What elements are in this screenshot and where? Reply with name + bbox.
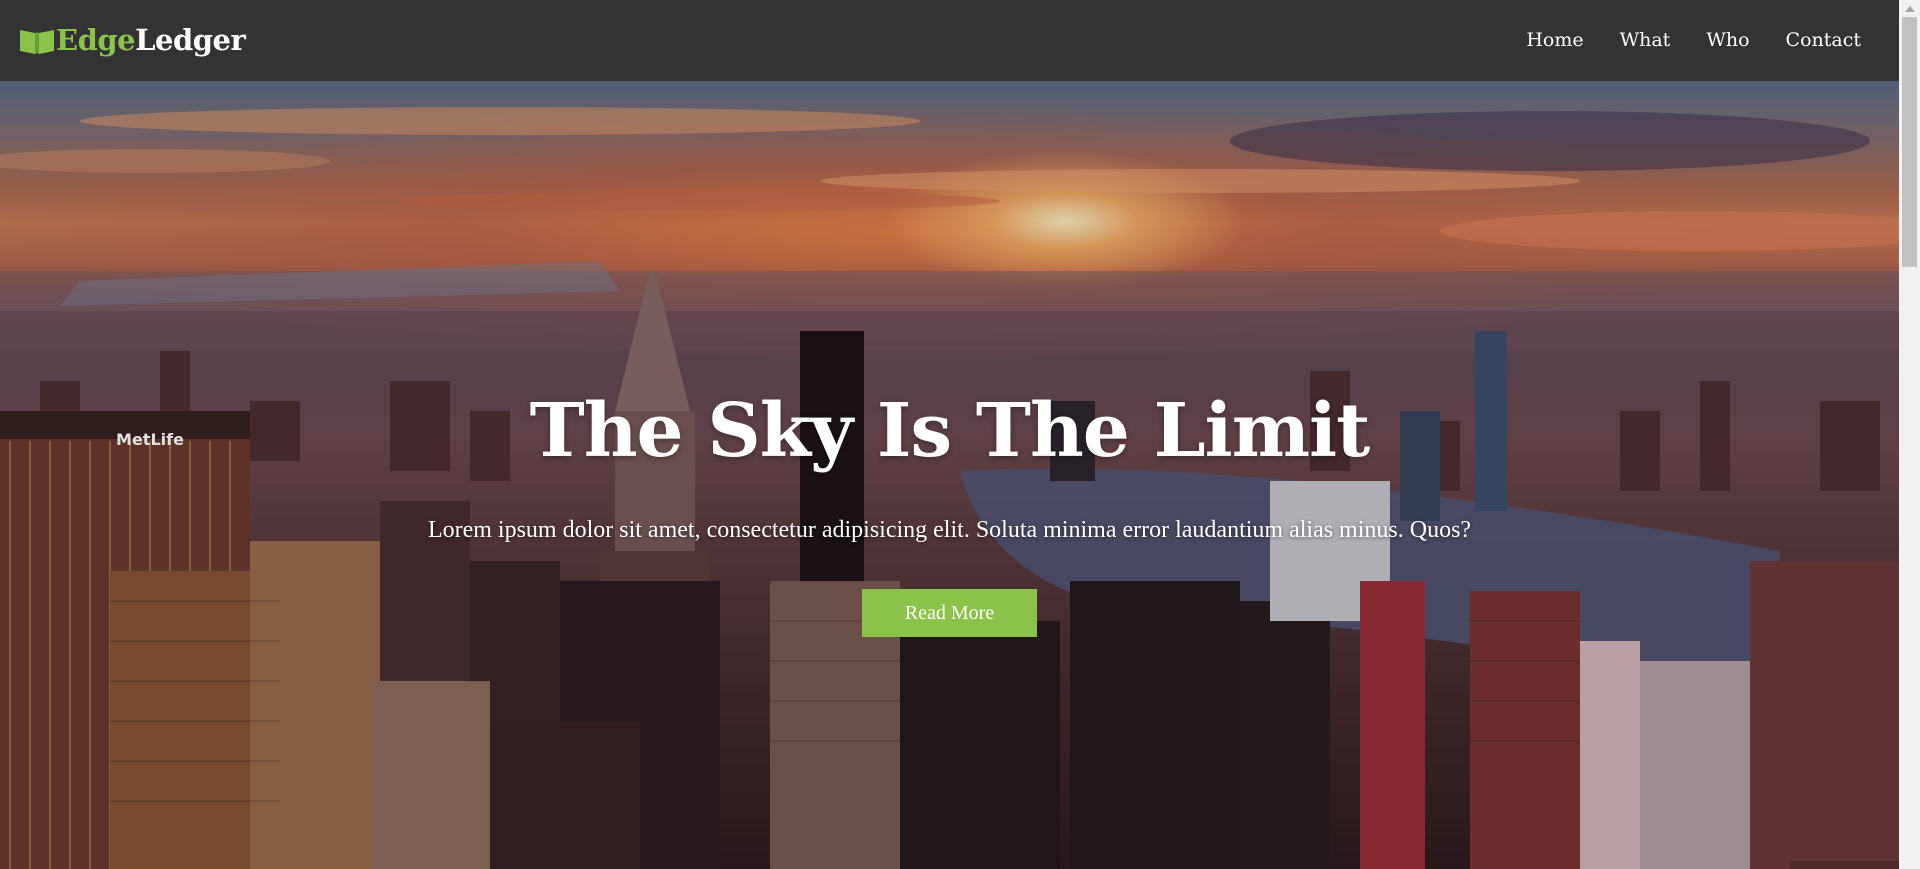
- nav-item: Who: [1688, 0, 1767, 81]
- nav-link-home[interactable]: Home: [1508, 0, 1601, 81]
- read-more-button[interactable]: Read More: [862, 589, 1037, 637]
- hero-section: MetLife The Sky Is The Limit Lorem ipsum…: [0, 81, 1899, 869]
- brand-name-part1: Edge: [56, 23, 136, 57]
- brand-logo[interactable]: EdgeLedger: [19, 23, 246, 57]
- book-open-icon: [19, 27, 55, 55]
- nav-link-contact[interactable]: Contact: [1768, 0, 1861, 81]
- nav-item: What: [1602, 0, 1689, 81]
- hero-title: The Sky Is The Limit: [529, 388, 1371, 474]
- main-nav: Home What Who Contact: [1508, 0, 1861, 81]
- hero-content: The Sky Is The Limit Lorem ipsum dolor s…: [0, 81, 1899, 869]
- nav-item: Home: [1508, 0, 1601, 81]
- brand-name-part2: Ledger: [135, 23, 246, 57]
- nav-list: Home What Who Contact: [1508, 0, 1861, 81]
- brand-name: EdgeLedger: [56, 23, 246, 57]
- nav-item: Contact: [1768, 0, 1861, 81]
- scroll-up-arrow-icon[interactable]: [1899, 0, 1920, 17]
- nav-link-what[interactable]: What: [1602, 0, 1689, 81]
- page-scrollbar[interactable]: [1899, 0, 1920, 869]
- navbar: EdgeLedger Home What Who Contact: [0, 0, 1899, 81]
- hero-subtitle: Lorem ipsum dolor sit amet, consectetur …: [427, 517, 1472, 543]
- scrollbar-thumb[interactable]: [1902, 17, 1917, 267]
- nav-link-who[interactable]: Who: [1688, 0, 1767, 81]
